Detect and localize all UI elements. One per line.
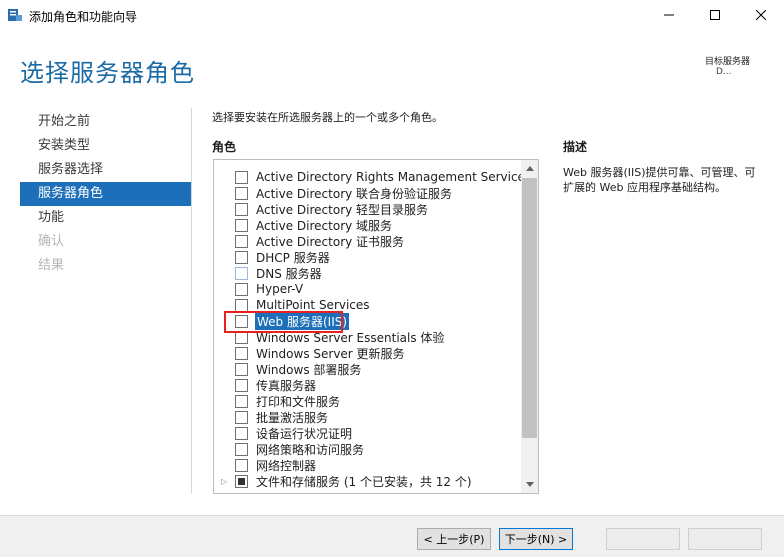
nav-item-before-you-begin[interactable]: 开始之前 (20, 110, 192, 134)
role-label: 文件和存储服务 (1 个已安装，共 12 个) (256, 474, 472, 489)
role-checkbox[interactable] (235, 362, 248, 376)
roles-scrollbar[interactable] (521, 160, 538, 493)
role-label: Active Directory 证书服务 (256, 234, 405, 249)
roles-list[interactable]: Active Directory Rights Management Servi… (213, 159, 539, 494)
role-label: Active Directory 轻型目录服务 (256, 202, 429, 217)
role-label: Active Directory 联合身份验证服务 (256, 186, 453, 201)
scroll-up-icon[interactable] (521, 160, 538, 177)
role-label: 设备运行状况证明 (256, 426, 353, 441)
role-checkbox[interactable] (235, 394, 248, 408)
role-checkbox[interactable] (235, 250, 248, 264)
expand-arrow-icon[interactable]: ▷ (221, 477, 227, 486)
role-item[interactable]: 打印和文件服务 (214, 393, 521, 409)
minimize-icon (664, 9, 674, 23)
window-title: 添加角色和功能向导 (29, 10, 138, 24)
maximize-icon (710, 9, 720, 23)
next-button[interactable]: 下一步(N) > (499, 528, 573, 550)
role-checkbox[interactable] (235, 202, 248, 216)
role-label: DNS 服务器 (256, 266, 322, 281)
role-label: 批量激活服务 (256, 410, 329, 425)
role-label: 传真服务器 (256, 378, 317, 393)
server-manager-icon (7, 7, 23, 23)
roles-heading: 角色 (212, 140, 237, 154)
role-label: DHCP 服务器 (256, 250, 330, 265)
wizard-footer: < 上一步(P) 下一步(N) > (0, 515, 784, 557)
wizard-nav: 开始之前 安装类型 服务器选择 服务器角色 功能 确认 结果 (20, 110, 192, 278)
role-checkbox[interactable] (235, 186, 248, 200)
role-item[interactable]: 批量激活服务 (214, 409, 521, 425)
role-checkbox[interactable] (235, 218, 248, 232)
scroll-down-icon[interactable] (521, 476, 538, 493)
role-item[interactable]: 网络控制器 (214, 457, 521, 473)
role-checkbox[interactable] (235, 346, 248, 360)
page-title: 选择服务器角色 (20, 59, 195, 87)
role-item[interactable]: Windows Server 更新服务 (214, 345, 521, 361)
minimize-button[interactable] (646, 0, 692, 31)
role-item[interactable]: 传真服务器 (214, 377, 521, 393)
role-checkbox[interactable] (235, 298, 248, 312)
role-label: Active Directory Rights Management Servi… (256, 170, 532, 184)
role-item[interactable]: Active Directory Rights Management Servi… (214, 169, 531, 185)
wizard-header: 选择服务器角色 目标服务器 D... (0, 31, 784, 101)
target-server-value: D... (716, 67, 732, 77)
target-server-label: 目标服务器 (705, 57, 751, 67)
nav-item-server-selection[interactable]: 服务器选择 (20, 158, 192, 182)
role-checkbox[interactable] (235, 266, 248, 280)
nav-item-server-roles[interactable]: 服务器角色 (20, 182, 192, 206)
description-text: Web 服务器(IIS)提供可靠、可管理、可扩展的 Web 应用程序基础结构。 (563, 166, 756, 194)
role-checkbox[interactable] (235, 474, 248, 488)
role-checkbox[interactable] (235, 442, 248, 456)
nav-item-features[interactable]: 功能 (20, 206, 192, 230)
role-checkbox[interactable] (235, 458, 248, 472)
role-item[interactable]: Active Directory 轻型目录服务 (214, 201, 521, 217)
nav-divider (191, 108, 192, 494)
role-checkbox[interactable] (235, 426, 248, 440)
role-label: Active Directory 域服务 (256, 218, 393, 233)
role-label: 打印和文件服务 (256, 394, 341, 409)
role-item[interactable]: Active Directory 域服务 (214, 217, 521, 233)
role-checkbox[interactable] (235, 378, 248, 392)
cancel-button[interactable] (688, 528, 762, 550)
close-button[interactable] (738, 0, 784, 31)
role-item[interactable]: Windows 部署服务 (214, 361, 521, 377)
previous-button[interactable]: < 上一步(P) (417, 528, 491, 550)
scroll-thumb[interactable] (522, 178, 537, 438)
role-checkbox[interactable] (235, 234, 248, 248)
role-label: Windows Server 更新服务 (256, 346, 405, 361)
role-item[interactable]: Hyper-V (214, 281, 521, 297)
maximize-button[interactable] (692, 0, 738, 31)
role-checkbox[interactable] (235, 410, 248, 424)
role-label: MultiPoint Services (256, 298, 370, 312)
role-item[interactable]: 设备运行状况证明 (214, 425, 521, 441)
role-label: Windows 部署服务 (256, 362, 362, 377)
role-item[interactable]: Active Directory 证书服务 (214, 233, 521, 249)
role-item[interactable]: DNS 服务器 (214, 265, 521, 281)
description-heading: 描述 (563, 140, 588, 154)
title-bar: 添加角色和功能向导 (0, 0, 784, 31)
highlight-annotation (224, 311, 343, 333)
instruction-text: 选择要安装在所选服务器上的一个或多个角色。 (212, 111, 443, 124)
role-label: 网络控制器 (256, 458, 317, 473)
close-icon (755, 9, 767, 23)
nav-item-confirmation: 确认 (38, 234, 65, 249)
role-label: 网络策略和访问服务 (256, 442, 365, 457)
role-item-file-storage[interactable]: ▷ 文件和存储服务 (1 个已安装，共 12 个) (214, 473, 521, 489)
role-item[interactable]: DHCP 服务器 (214, 249, 521, 265)
nav-item-installation-type[interactable]: 安装类型 (20, 134, 192, 158)
role-item[interactable]: 网络策略和访问服务 (214, 441, 521, 457)
install-button[interactable] (606, 528, 680, 550)
nav-item-results: 结果 (38, 258, 65, 273)
role-checkbox[interactable] (235, 282, 248, 296)
role-checkbox[interactable] (235, 170, 248, 184)
role-label: Hyper-V (256, 282, 304, 296)
role-item[interactable]: Active Directory 联合身份验证服务 (214, 185, 521, 201)
